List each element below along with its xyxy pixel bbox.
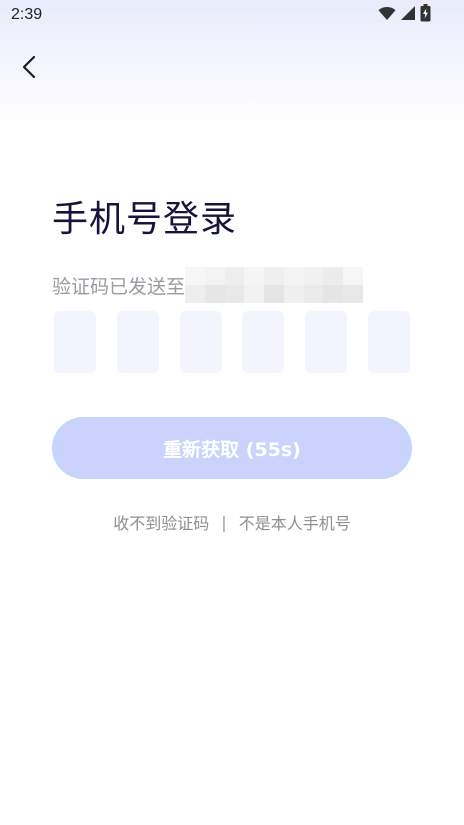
link-separator: | bbox=[221, 512, 227, 532]
resend-code-button[interactable]: 重新获取 (55s) bbox=[52, 417, 412, 479]
signal-icon bbox=[400, 5, 416, 25]
sent-to-line: 验证码已发送至 bbox=[52, 267, 364, 303]
sent-to-label: 验证码已发送至 bbox=[52, 275, 186, 298]
code-digit-box-4[interactable] bbox=[242, 311, 285, 373]
wifi-icon bbox=[378, 6, 396, 25]
code-digit-box-3[interactable] bbox=[179, 311, 222, 373]
code-digit-box-2[interactable] bbox=[116, 311, 159, 373]
battery-charging-icon bbox=[420, 4, 431, 26]
help-links: 收不到验证码 | 不是本人手机号 bbox=[0, 510, 464, 534]
no-code-link[interactable]: 收不到验证码 bbox=[113, 510, 209, 534]
not-my-phone-link[interactable]: 不是本人手机号 bbox=[239, 510, 351, 534]
code-digit-box-5[interactable] bbox=[305, 311, 348, 373]
code-digit-box-6[interactable] bbox=[367, 311, 410, 373]
chevron-left-icon bbox=[19, 55, 39, 83]
phone-number-masked bbox=[185, 267, 364, 303]
status-bar: 2:39 bbox=[0, 0, 464, 30]
verification-code-input[interactable] bbox=[54, 311, 410, 373]
code-digit-box-1[interactable] bbox=[54, 311, 96, 373]
back-button[interactable] bbox=[12, 52, 46, 86]
page-title: 手机号登录 bbox=[52, 199, 238, 240]
status-time: 2:39 bbox=[11, 6, 43, 23]
status-icons bbox=[378, 4, 431, 26]
